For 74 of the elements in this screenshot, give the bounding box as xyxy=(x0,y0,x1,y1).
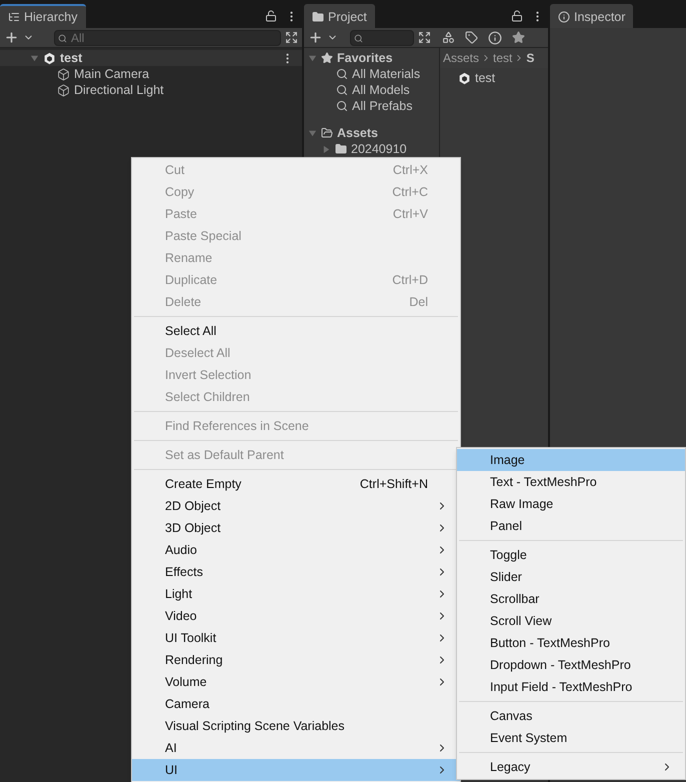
menu-item[interactable]: Light xyxy=(132,583,460,605)
section-label[interactable]: Favorites xyxy=(337,48,393,68)
info-icon xyxy=(558,11,570,23)
expand-icon[interactable] xyxy=(285,31,298,44)
scene-row[interactable]: test xyxy=(0,50,302,66)
breadcrumb-item[interactable]: Assets xyxy=(443,49,480,67)
menu-item[interactable]: Input Field - TextMeshPro xyxy=(457,676,685,698)
search-field[interactable] xyxy=(350,30,414,46)
add-icon[interactable] xyxy=(4,30,19,45)
menu-item[interactable]: Panel xyxy=(457,515,685,537)
menu-item[interactable]: AI xyxy=(132,737,460,759)
menu-item[interactable]: Scroll View xyxy=(457,610,685,632)
menu-item[interactable]: Image xyxy=(457,449,685,471)
menu-item[interactable]: 2D Object xyxy=(132,495,460,517)
menu-item[interactable]: Create Empty Ctrl+Shift+N xyxy=(132,473,460,495)
menu-item[interactable]: Scrollbar xyxy=(457,588,685,610)
search-field[interactable]: All xyxy=(54,30,281,46)
cube-icon xyxy=(57,68,70,80)
menu-item[interactable]: 3D Object xyxy=(132,517,460,539)
menu-item[interactable]: Video xyxy=(132,605,460,627)
tag-icon[interactable] xyxy=(465,31,478,44)
menu-item[interactable]: UI Toolkit xyxy=(132,627,460,649)
favorite-item[interactable]: All Models xyxy=(352,80,410,100)
search-icon xyxy=(354,34,363,42)
menu-item[interactable]: Dropdown - TextMeshPro xyxy=(457,654,685,676)
menu-item[interactable]: Visual Scripting Scene Variables xyxy=(132,715,460,737)
menu-item[interactable]: Button - TextMeshPro xyxy=(457,632,685,654)
menu-item[interactable]: Toggle xyxy=(457,544,685,566)
folder-icon xyxy=(312,11,324,23)
cube-logo-icon xyxy=(43,52,56,64)
menu-item[interactable]: Rendering xyxy=(132,649,460,671)
menu-item[interactable]: Effects xyxy=(132,561,460,583)
section-label[interactable]: Assets xyxy=(337,124,378,142)
breadcrumb-item[interactable]: S xyxy=(526,49,534,67)
breadcrumb-item[interactable]: test xyxy=(493,49,512,67)
menu-item[interactable]: Audio xyxy=(132,539,460,561)
lock-icon[interactable] xyxy=(511,10,523,22)
item-label: Directional Light xyxy=(74,82,164,99)
tree-item[interactable]: Main Camera xyxy=(0,66,302,82)
search-icon xyxy=(336,84,348,96)
menu-item[interactable]: Legacy xyxy=(457,756,685,778)
add-icon[interactable] xyxy=(308,30,323,45)
folder-item[interactable]: 20240910 xyxy=(351,140,407,158)
star-icon xyxy=(321,52,333,64)
lock-icon[interactable] xyxy=(265,10,277,22)
list-icon xyxy=(8,11,20,23)
favorite-item[interactable]: All Materials xyxy=(352,64,420,84)
shapes-icon[interactable] xyxy=(442,31,455,44)
menu-item[interactable]: Camera xyxy=(132,693,460,715)
folder-icon xyxy=(335,143,347,155)
menu-item[interactable]: Canvas xyxy=(457,705,685,727)
panel-tab[interactable]: Hierarchy xyxy=(0,4,86,28)
menu-item[interactable]: Slider xyxy=(457,566,685,588)
menu-item[interactable]: Text - TextMeshPro xyxy=(457,471,685,493)
favorite-item[interactable]: All Prefabs xyxy=(352,96,412,116)
menu-item[interactable]: Event System xyxy=(457,727,685,749)
tree-item[interactable]: Directional Light xyxy=(0,82,302,98)
item-label: Main Camera xyxy=(74,66,150,83)
menu-item[interactable]: Raw Image xyxy=(457,493,685,515)
menu-item[interactable]: Select All xyxy=(132,320,460,342)
panel-tab[interactable]: Inspector xyxy=(550,4,634,28)
item-label: test xyxy=(60,50,82,67)
cube-icon xyxy=(57,84,70,96)
open-folder-icon xyxy=(321,127,333,139)
search-icon xyxy=(336,100,348,112)
panel-tab[interactable]: Project xyxy=(304,4,375,28)
star-icon[interactable] xyxy=(512,31,525,44)
menu-item[interactable]: Volume xyxy=(132,671,460,693)
file-item[interactable]: test xyxy=(475,68,496,88)
expand-icon[interactable] xyxy=(418,31,431,44)
search-icon xyxy=(58,34,67,42)
menu-item[interactable]: UI xyxy=(132,759,460,781)
cube-logo-icon xyxy=(458,72,471,84)
search-icon xyxy=(336,68,348,80)
